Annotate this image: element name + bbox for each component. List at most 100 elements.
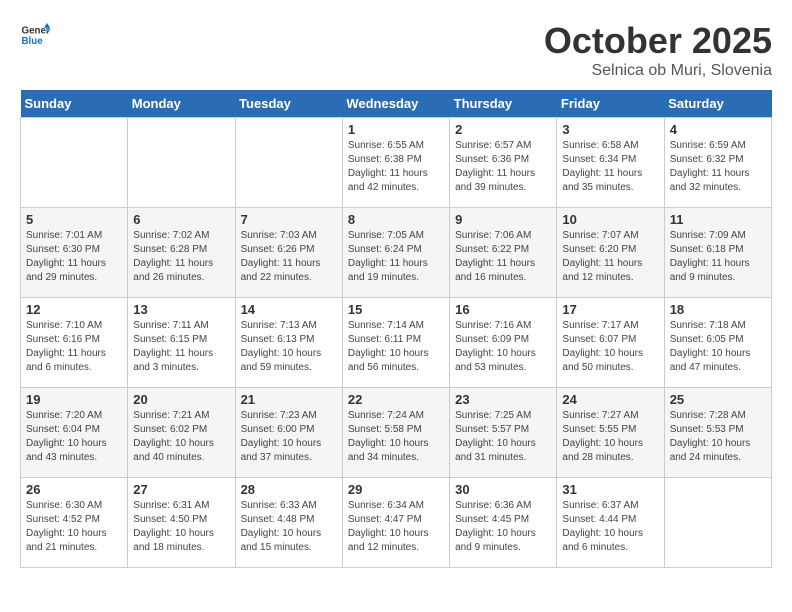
day-info: Sunrise: 6:36 AM Sunset: 4:45 PM Dayligh… xyxy=(455,499,551,555)
day-number: 5 xyxy=(26,212,122,227)
day-number: 14 xyxy=(241,302,337,317)
week-row-1: 1Sunrise: 6:55 AM Sunset: 6:38 PM Daylig… xyxy=(21,118,772,208)
day-info: Sunrise: 6:30 AM Sunset: 4:52 PM Dayligh… xyxy=(26,499,122,555)
day-info: Sunrise: 7:23 AM Sunset: 6:00 PM Dayligh… xyxy=(241,409,337,465)
day-cell xyxy=(128,118,235,208)
week-row-5: 26 Sunrise: 6:30 AM Sunset: 4:52 PM Dayli… xyxy=(21,478,772,568)
day-cell xyxy=(664,478,771,568)
day-info: Sunrise: 7:24 AM Sunset: 5:58 PM Dayligh… xyxy=(348,409,444,465)
day-info: Sunrise: 6:55 AM Sunset: 6:38 PM Dayligh… xyxy=(348,139,444,195)
day-cell: 3 Sunrise: 6:58 AM Sunset: 6:34 PM Daylig… xyxy=(557,118,664,208)
day-number: 19 xyxy=(26,392,122,407)
day-info: Sunrise: 7:17 AM Sunset: 6:07 PM Dayligh… xyxy=(562,319,658,375)
weekday-header-saturday: Saturday xyxy=(664,90,771,118)
day-info: Sunrise: 7:28 AM Sunset: 5:53 PM Dayligh… xyxy=(670,409,766,465)
weekday-header-wednesday: Wednesday xyxy=(342,90,449,118)
week-row-2: 5 Sunrise: 7:01 AM Sunset: 6:30 PM Daylig… xyxy=(21,208,772,298)
day-number: 17 xyxy=(562,302,658,317)
day-cell xyxy=(21,118,128,208)
day-cell: 9Sunrise: 7:06 AM Sunset: 6:22 PM Daylig… xyxy=(450,208,557,298)
location-title: Selnica ob Muri, Slovenia xyxy=(544,62,772,80)
day-cell: 23 Sunrise: 7:25 AM Sunset: 5:57 PM Dayli… xyxy=(450,388,557,478)
day-number: 21 xyxy=(241,392,337,407)
day-info: Sunrise: 7:14 AM Sunset: 6:11 PM Dayligh… xyxy=(348,319,444,375)
day-cell: 8 Sunrise: 7:05 AM Sunset: 6:24 PM Daylig… xyxy=(342,208,449,298)
week-row-4: 19 Sunrise: 7:20 AM Sunset: 6:04 PM Dayli… xyxy=(21,388,772,478)
weekday-header-tuesday: Tuesday xyxy=(235,90,342,118)
day-number: 8 xyxy=(348,212,444,227)
day-number: 4 xyxy=(670,122,766,137)
page-header: General Blue October 2025 Selnica ob Mur… xyxy=(20,20,772,80)
day-info: Sunrise: 6:33 AM Sunset: 4:48 PM Dayligh… xyxy=(241,499,337,555)
day-number: 24 xyxy=(562,392,658,407)
day-info: Sunrise: 7:18 AM Sunset: 6:05 PM Dayligh… xyxy=(670,319,766,375)
day-cell: 6 Sunrise: 7:02 AM Sunset: 6:28 PM Daylig… xyxy=(128,208,235,298)
day-info: Sunrise: 7:13 AM Sunset: 6:13 PM Dayligh… xyxy=(241,319,337,375)
svg-text:Blue: Blue xyxy=(22,36,44,47)
day-info: Sunrise: 7:07 AM Sunset: 6:20 PM Dayligh… xyxy=(562,229,658,285)
month-title: October 2025 xyxy=(544,20,772,62)
day-info: Sunrise: 7:06 AM Sunset: 6:22 PM Dayligh… xyxy=(455,229,551,285)
day-number: 31 xyxy=(562,482,658,497)
day-cell: 10Sunrise: 7:07 AM Sunset: 6:20 PM Dayli… xyxy=(557,208,664,298)
day-cell: 21 Sunrise: 7:23 AM Sunset: 6:00 PM Dayli… xyxy=(235,388,342,478)
day-number: 27 xyxy=(133,482,229,497)
day-number: 3 xyxy=(562,122,658,137)
week-row-3: 12Sunrise: 7:10 AM Sunset: 6:16 PM Dayli… xyxy=(21,298,772,388)
weekday-header-friday: Friday xyxy=(557,90,664,118)
calendar: SundayMondayTuesdayWednesdayThursdayFrid… xyxy=(20,90,772,568)
day-info: Sunrise: 7:25 AM Sunset: 5:57 PM Dayligh… xyxy=(455,409,551,465)
day-info: Sunrise: 6:58 AM Sunset: 6:34 PM Dayligh… xyxy=(562,139,658,195)
day-cell: 22 Sunrise: 7:24 AM Sunset: 5:58 PM Dayli… xyxy=(342,388,449,478)
day-number: 28 xyxy=(241,482,337,497)
day-cell: 1Sunrise: 6:55 AM Sunset: 6:38 PM Daylig… xyxy=(342,118,449,208)
day-number: 16 xyxy=(455,302,551,317)
day-cell: 16Sunrise: 7:16 AM Sunset: 6:09 PM Dayli… xyxy=(450,298,557,388)
day-info: Sunrise: 7:20 AM Sunset: 6:04 PM Dayligh… xyxy=(26,409,122,465)
day-cell: 24Sunrise: 7:27 AM Sunset: 5:55 PM Dayli… xyxy=(557,388,664,478)
title-block: October 2025 Selnica ob Muri, Slovenia xyxy=(544,20,772,80)
day-cell: 20 Sunrise: 7:21 AM Sunset: 6:02 PM Dayli… xyxy=(128,388,235,478)
day-info: Sunrise: 7:09 AM Sunset: 6:18 PM Dayligh… xyxy=(670,229,766,285)
day-number: 6 xyxy=(133,212,229,227)
day-cell: 12Sunrise: 7:10 AM Sunset: 6:16 PM Dayli… xyxy=(21,298,128,388)
day-cell: 2Sunrise: 6:57 AM Sunset: 6:36 PM Daylig… xyxy=(450,118,557,208)
day-info: Sunrise: 7:21 AM Sunset: 6:02 PM Dayligh… xyxy=(133,409,229,465)
day-cell: 17 Sunrise: 7:17 AM Sunset: 6:07 PM Dayli… xyxy=(557,298,664,388)
day-cell: 29 Sunrise: 6:34 AM Sunset: 4:47 PM Dayli… xyxy=(342,478,449,568)
day-number: 20 xyxy=(133,392,229,407)
day-info: Sunrise: 7:05 AM Sunset: 6:24 PM Dayligh… xyxy=(348,229,444,285)
logo-icon: General Blue xyxy=(20,20,50,50)
day-info: Sunrise: 7:11 AM Sunset: 6:15 PM Dayligh… xyxy=(133,319,229,375)
logo: General Blue xyxy=(20,20,50,50)
day-number: 18 xyxy=(670,302,766,317)
day-cell: 27Sunrise: 6:31 AM Sunset: 4:50 PM Dayli… xyxy=(128,478,235,568)
day-info: Sunrise: 7:02 AM Sunset: 6:28 PM Dayligh… xyxy=(133,229,229,285)
day-number: 26 xyxy=(26,482,122,497)
day-cell: 31Sunrise: 6:37 AM Sunset: 4:44 PM Dayli… xyxy=(557,478,664,568)
day-number: 11 xyxy=(670,212,766,227)
day-info: Sunrise: 6:59 AM Sunset: 6:32 PM Dayligh… xyxy=(670,139,766,195)
weekday-header-monday: Monday xyxy=(128,90,235,118)
day-cell: 25 Sunrise: 7:28 AM Sunset: 5:53 PM Dayli… xyxy=(664,388,771,478)
day-number: 25 xyxy=(670,392,766,407)
day-number: 15 xyxy=(348,302,444,317)
day-info: Sunrise: 7:01 AM Sunset: 6:30 PM Dayligh… xyxy=(26,229,122,285)
day-cell: 4 Sunrise: 6:59 AM Sunset: 6:32 PM Daylig… xyxy=(664,118,771,208)
day-number: 22 xyxy=(348,392,444,407)
day-cell: 30 Sunrise: 6:36 AM Sunset: 4:45 PM Dayli… xyxy=(450,478,557,568)
day-cell: 7Sunrise: 7:03 AM Sunset: 6:26 PM Daylig… xyxy=(235,208,342,298)
day-cell: 11 Sunrise: 7:09 AM Sunset: 6:18 PM Dayli… xyxy=(664,208,771,298)
day-info: Sunrise: 6:57 AM Sunset: 6:36 PM Dayligh… xyxy=(455,139,551,195)
day-cell: 15 Sunrise: 7:14 AM Sunset: 6:11 PM Dayli… xyxy=(342,298,449,388)
day-cell: 28 Sunrise: 6:33 AM Sunset: 4:48 PM Dayli… xyxy=(235,478,342,568)
day-number: 23 xyxy=(455,392,551,407)
day-cell: 13Sunrise: 7:11 AM Sunset: 6:15 PM Dayli… xyxy=(128,298,235,388)
weekday-header-thursday: Thursday xyxy=(450,90,557,118)
day-number: 29 xyxy=(348,482,444,497)
day-cell: 19 Sunrise: 7:20 AM Sunset: 6:04 PM Dayli… xyxy=(21,388,128,478)
day-number: 30 xyxy=(455,482,551,497)
day-cell: 18 Sunrise: 7:18 AM Sunset: 6:05 PM Dayli… xyxy=(664,298,771,388)
day-cell: 14 Sunrise: 7:13 AM Sunset: 6:13 PM Dayli… xyxy=(235,298,342,388)
day-info: Sunrise: 6:34 AM Sunset: 4:47 PM Dayligh… xyxy=(348,499,444,555)
